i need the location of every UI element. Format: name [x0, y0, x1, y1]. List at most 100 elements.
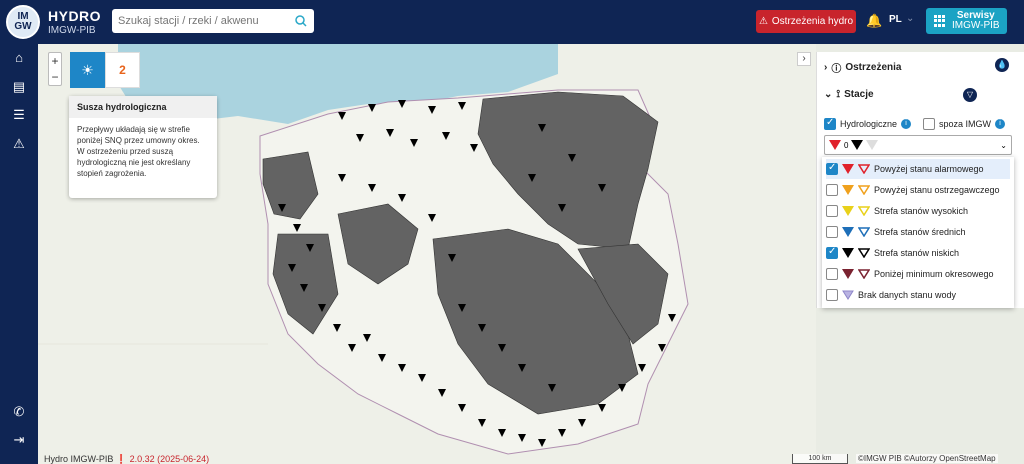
blue-triangle-icon	[842, 227, 854, 237]
thermometer-icon: ⟟	[836, 89, 841, 100]
option-label: Powyżej stanu alarmowego	[874, 164, 984, 174]
option-label: Powyżej stanu ostrzegawczego	[874, 185, 1000, 195]
option-checkbox[interactable]	[826, 162, 838, 175]
option-checkbox[interactable]	[826, 289, 838, 301]
hydro-checkbox[interactable]	[824, 117, 836, 130]
warning-level-tile[interactable]: 2	[105, 52, 140, 88]
drought-popup: Susza hydrologiczna Przepływy układają s…	[69, 96, 217, 198]
maroon-triangle-icon	[842, 269, 854, 279]
map-attribution[interactable]: ©IMGW PIB ©Autorzy OpenStreetMap	[856, 454, 998, 463]
drought-layer-tile[interactable]: ☀	[70, 52, 105, 88]
warnings-section-label: Ostrzeżenia	[845, 62, 902, 73]
option-checkbox[interactable]	[826, 268, 838, 280]
option-medium[interactable]: Strefa stanów średnich	[826, 222, 1010, 242]
brand: HYDRO IMGW-PIB	[48, 8, 101, 36]
warning-icon[interactable]: ⚠	[11, 136, 27, 152]
top-header: IM GW HYDRO IMGW-PIB ⚠ Ostrzeżenia hydro…	[0, 0, 1024, 44]
station-type-row: Hydrologiczne i spoza IMGW i	[824, 117, 1006, 130]
chevron-down-icon[interactable]: ⌄	[1000, 141, 1007, 150]
stations-section-label: Stacje	[844, 89, 874, 100]
outside-imgw-checkbox[interactable]	[923, 118, 936, 130]
footer-version: 2.0.32 (2025-06-24)	[129, 454, 210, 464]
language-selector[interactable]: PL	[889, 14, 902, 25]
warning-triangle-icon: ⚠	[758, 16, 768, 27]
state-filter-select[interactable]: 0 ⌄	[824, 135, 1012, 155]
left-sidebar: ⌂ ▤ ☰ ⚠ ✆ ⇥	[0, 44, 38, 464]
logo-text: IM GW	[14, 11, 32, 32]
stations-section[interactable]: ⌄ ⟟ Stacje	[824, 89, 874, 100]
search-input[interactable]	[118, 15, 294, 27]
black-triangle-icon	[842, 248, 854, 258]
popup-title: Susza hydrologiczna	[69, 96, 217, 118]
info-icon[interactable]: i	[995, 119, 1006, 129]
filter-triangle-icon[interactable]: ▽	[963, 88, 977, 102]
option-label: Poniżej minimum okresowego	[874, 269, 994, 279]
option-high[interactable]: Strefa stanów wysokich	[826, 201, 1010, 221]
option-low[interactable]: Strefa stanów niskich	[826, 243, 1010, 263]
low-triangle-icon	[851, 140, 864, 150]
zoom-control[interactable]: + −	[48, 52, 62, 86]
logout-icon[interactable]: ⇥	[11, 432, 27, 448]
outside-imgw-label: spoza IMGW	[939, 119, 992, 129]
hydro-label: Hydrologiczne	[840, 119, 898, 129]
popup-body: Przepływy układają się w strefie poniżej…	[77, 125, 200, 178]
option-label: Strefa stanów wysokich	[874, 206, 969, 216]
state-filter-dropdown: Powyżej stanu alarmowego Powyżej stanu o…	[822, 157, 1014, 308]
red-outline-triangle-icon	[858, 164, 870, 174]
bell-icon[interactable]: 🔔	[866, 13, 882, 29]
services-subtitle: IMGW-PIB	[952, 20, 1000, 31]
collapse-panel-button[interactable]: ›	[797, 52, 811, 66]
option-label: Strefa stanów średnich	[874, 227, 966, 237]
blue-outline-triangle-icon	[858, 227, 870, 237]
maroon-outline-triangle-icon	[858, 269, 870, 279]
warnings-section[interactable]: › ⓘ Ostrzeżenia	[824, 60, 901, 75]
drop-icon[interactable]: 💧	[995, 58, 1009, 72]
option-alarm[interactable]: Powyżej stanu alarmowego	[826, 159, 1010, 179]
info-icon[interactable]: ❗	[116, 454, 127, 464]
chevron-down-icon: ⌄	[824, 89, 833, 100]
imgw-logo[interactable]: IM GW	[6, 5, 40, 39]
grid-icon	[934, 15, 946, 27]
yellow-outline-triangle-icon	[858, 206, 870, 216]
option-label: Brak danych stanu wody	[858, 290, 957, 300]
hydro-warnings-button[interactable]: ⚠ Ostrzeżenia hydro	[756, 10, 856, 33]
hydro-warnings-label: Ostrzeżenia hydro	[771, 16, 854, 27]
list-icon[interactable]: ☰	[11, 107, 27, 123]
alarm-triangle-icon	[829, 140, 841, 150]
app-footer: Hydro IMGW-PIB ❗ 2.0.32 (2025-06-24)	[44, 454, 209, 464]
layer-tiles: ☀ 2	[70, 52, 140, 88]
info-icon[interactable]: i	[901, 119, 912, 129]
search-icon[interactable]	[294, 14, 308, 28]
brand-subtitle: IMGW-PIB	[48, 25, 96, 36]
red-triangle-icon	[842, 164, 854, 174]
sun-icon: ☀	[81, 61, 94, 78]
chevron-down-icon[interactable]: ⌄	[906, 13, 914, 24]
chevron-right-icon: ›	[824, 62, 828, 73]
orange-triangle-icon	[842, 185, 854, 195]
phone-icon[interactable]: ✆	[11, 404, 27, 420]
nodata-triangle-icon	[866, 140, 879, 150]
option-below-minimum[interactable]: Poniżej minimum okresowego	[826, 264, 1010, 284]
warning-level-number: 2	[119, 63, 126, 77]
option-no-data[interactable]: Brak danych stanu wody	[826, 285, 1010, 305]
option-checkbox[interactable]	[826, 226, 838, 238]
select-count: 0	[844, 140, 849, 150]
black-outline-triangle-icon	[858, 248, 870, 258]
footer-app-name: Hydro IMGW-PIB	[44, 454, 114, 464]
orange-outline-triangle-icon	[858, 185, 870, 195]
zoom-in-button[interactable]: +	[49, 53, 61, 69]
option-label: Strefa stanów niskich	[874, 248, 960, 258]
option-warning[interactable]: Powyżej stanu ostrzegawczego	[826, 180, 1010, 200]
yellow-triangle-icon	[842, 206, 854, 216]
option-checkbox[interactable]	[826, 205, 838, 217]
option-checkbox[interactable]	[826, 184, 838, 196]
map-icon[interactable]: ▤	[11, 79, 27, 95]
zoom-out-button[interactable]: −	[49, 69, 61, 85]
home-icon[interactable]: ⌂	[11, 50, 27, 66]
lavender-triangle-icon	[842, 290, 854, 300]
services-button[interactable]: Serwisy IMGW-PIB	[926, 8, 1007, 34]
map-scale: 100 km	[792, 454, 848, 464]
warning-circle-icon: ⓘ	[831, 64, 842, 75]
search-box[interactable]	[112, 9, 314, 33]
option-checkbox[interactable]	[826, 246, 838, 259]
